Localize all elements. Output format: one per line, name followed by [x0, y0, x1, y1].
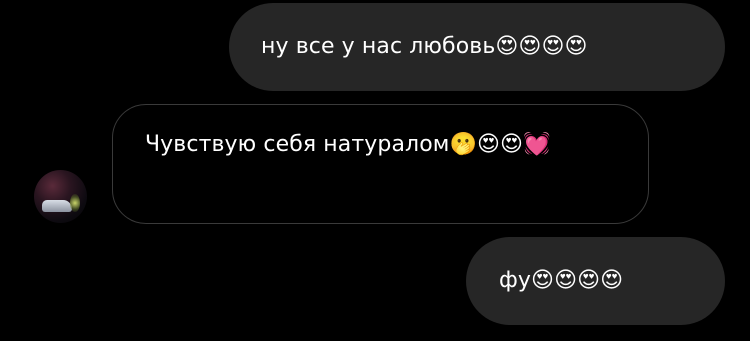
message-text: Чувствую себя натуралом🫢😍😍💓: [145, 132, 551, 157]
incoming-message-bubble[interactable]: Чувствую себя натуралом🫢😍😍💓: [112, 104, 649, 224]
outgoing-message-bubble[interactable]: фу😍😍😍😍: [466, 237, 725, 325]
outgoing-message-bubble[interactable]: ну все у нас любовь😍😍😍😍: [229, 3, 725, 91]
message-text: ну все у нас любовь😍😍😍😍: [261, 34, 588, 59]
chat-thread: ну все у нас любовь😍😍😍😍 Чувствую себя на…: [0, 0, 750, 341]
light-image: [70, 194, 80, 212]
avatar[interactable]: [34, 170, 87, 223]
message-text: фу😍😍😍😍: [499, 268, 624, 293]
car-image: [42, 200, 72, 212]
